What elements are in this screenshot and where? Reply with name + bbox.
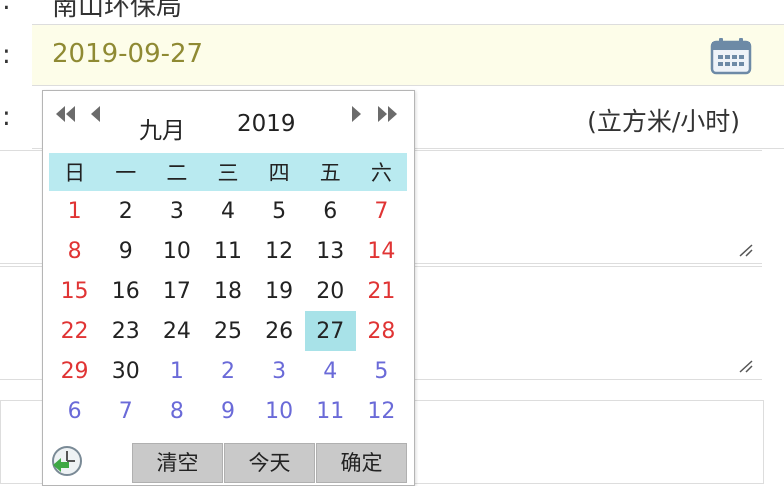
department-value: 南山环保局 bbox=[52, 0, 183, 22]
label-colon: : bbox=[2, 102, 11, 132]
resize-handle-icon[interactable] bbox=[738, 243, 754, 257]
calendar-day[interactable]: 21 bbox=[356, 271, 407, 311]
right-arrow-icon[interactable] bbox=[351, 105, 363, 123]
confirm-button[interactable]: 确定 bbox=[316, 443, 407, 483]
clear-button[interactable]: 清空 bbox=[132, 443, 223, 483]
calendar-day[interactable]: 14 bbox=[356, 231, 407, 271]
weekday-header: 一 bbox=[100, 153, 152, 191]
date-picker-footer: 清空 今天 确定 bbox=[43, 437, 414, 483]
calendar-day[interactable]: 25 bbox=[202, 311, 253, 351]
weekday-header: 五 bbox=[304, 153, 356, 191]
double-right-arrow-icon[interactable] bbox=[377, 105, 399, 123]
calendar-day[interactable]: 12 bbox=[254, 231, 305, 271]
calendar-day[interactable]: 24 bbox=[151, 311, 202, 351]
date-picker-popup: 九月 2019 日一二三四五六 1 2 3 4 5 6 7 8 9 10 11 12 13 14 15 16 1… bbox=[42, 90, 415, 486]
date-value: 2019-09-27 bbox=[52, 39, 204, 69]
calendar-week-row: 8 9 10 11 12 13 14 bbox=[49, 231, 407, 271]
calendar-day[interactable]: 5 bbox=[254, 191, 305, 231]
calendar-day[interactable]: 9 bbox=[202, 391, 253, 431]
calendar-day[interactable]: 4 bbox=[202, 191, 253, 231]
calendar-day[interactable]: 6 bbox=[305, 191, 356, 231]
calendar-week-row: 29 30 1 2 3 4 5 bbox=[49, 351, 407, 391]
unit-label: (立方米/小时) bbox=[587, 107, 740, 136]
calendar-week-row: 6 7 8 9 10 11 12 bbox=[49, 391, 407, 431]
calendar-day[interactable]: 3 bbox=[254, 351, 305, 391]
calendar-day[interactable]: 9 bbox=[100, 231, 151, 271]
label-colon: : bbox=[2, 0, 11, 16]
today-button[interactable]: 今天 bbox=[224, 443, 315, 483]
calendar-body: 1 2 3 4 5 6 7 8 9 10 11 12 13 14 15 16 17 18 19 20 21 22 23 24 2… bbox=[49, 191, 407, 431]
calendar-day[interactable]: 11 bbox=[305, 391, 356, 431]
calendar-day[interactable]: 18 bbox=[202, 271, 253, 311]
weekday-header-row: 日一二三四五六 bbox=[49, 153, 407, 191]
calendar-day[interactable]: 29 bbox=[49, 351, 100, 391]
weekday-header: 日 bbox=[49, 153, 101, 191]
calendar-day[interactable]: 11 bbox=[202, 231, 253, 271]
weekday-header: 三 bbox=[202, 153, 254, 191]
calendar-day[interactable]: 23 bbox=[100, 311, 151, 351]
calendar-day[interactable]: 10 bbox=[151, 231, 202, 271]
calendar-day[interactable]: 7 bbox=[356, 191, 407, 231]
calendar-day[interactable]: 15 bbox=[49, 271, 100, 311]
calendar-day[interactable]: 28 bbox=[356, 311, 407, 351]
calendar-day[interactable]: 10 bbox=[254, 391, 305, 431]
weekday-header: 二 bbox=[151, 153, 203, 191]
weekday-header: 六 bbox=[355, 153, 407, 191]
calendar-day[interactable]: 5 bbox=[356, 351, 407, 391]
resize-handle-icon[interactable] bbox=[738, 359, 754, 373]
calendar-day[interactable]: 1 bbox=[49, 191, 100, 231]
calendar-day[interactable]: 16 bbox=[100, 271, 151, 311]
date-field[interactable]: 2019-09-27 bbox=[32, 25, 784, 86]
calendar-day[interactable]: 27 bbox=[304, 311, 356, 351]
calendar-day[interactable]: 12 bbox=[356, 391, 407, 431]
date-picker-header: 九月 2019 bbox=[43, 91, 414, 151]
calendar-day[interactable]: 2 bbox=[100, 191, 151, 231]
calendar-week-row: 1234567 bbox=[49, 191, 407, 231]
calendar-day[interactable]: 8 bbox=[151, 391, 202, 431]
calendar-day[interactable]: 1 bbox=[151, 351, 202, 391]
department-field[interactable]: 南山环保局 bbox=[32, 0, 784, 25]
left-arrow-icon[interactable] bbox=[89, 105, 101, 123]
calendar-day[interactable]: 17 bbox=[151, 271, 202, 311]
calendar-day[interactable]: 3 bbox=[151, 191, 202, 231]
calendar-week-row: 15 16 17 18 19 20 21 bbox=[49, 271, 407, 311]
clock-icon[interactable] bbox=[49, 443, 85, 479]
weekday-header: 四 bbox=[253, 153, 305, 191]
calendar-icon[interactable] bbox=[710, 37, 752, 75]
calendar-day[interactable]: 2 bbox=[202, 351, 253, 391]
calendar-day[interactable]: 13 bbox=[305, 231, 356, 271]
calendar-day[interactable]: 8 bbox=[49, 231, 100, 271]
calendar-week-row: 22 23 24 25 26 27 28 bbox=[49, 311, 407, 351]
calendar-day[interactable]: 4 bbox=[305, 351, 356, 391]
calendar-day[interactable]: 30 bbox=[100, 351, 151, 391]
calendar-day[interactable]: 22 bbox=[49, 311, 100, 351]
label-colon: : bbox=[2, 40, 11, 70]
double-left-arrow-icon[interactable] bbox=[55, 105, 77, 123]
calendar-grid: 日一二三四五六 1 2 3 4 5 6 7 8 9 10 11 12 13 14 15 16 17 18 19 20 2… bbox=[49, 153, 407, 431]
month-label[interactable]: 九月 bbox=[139, 111, 185, 145]
calendar-day[interactable]: 6 bbox=[49, 391, 100, 431]
calendar-day[interactable]: 7 bbox=[100, 391, 151, 431]
year-label[interactable]: 2019 bbox=[237, 111, 296, 137]
calendar-day[interactable]: 20 bbox=[305, 271, 356, 311]
calendar-day[interactable]: 19 bbox=[254, 271, 305, 311]
calendar-day[interactable]: 26 bbox=[254, 311, 305, 351]
